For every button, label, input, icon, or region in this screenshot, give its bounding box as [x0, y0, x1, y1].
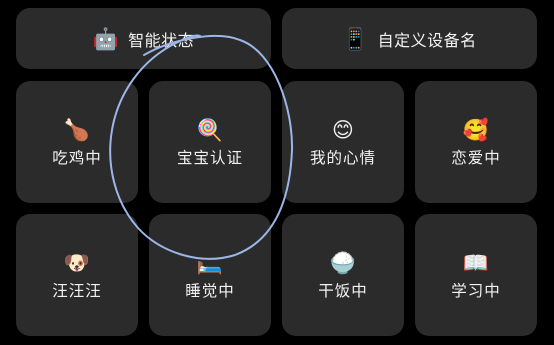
- status-tile-baby-certified[interactable]: 🍭 宝宝认证: [149, 81, 271, 203]
- tile-label: 干饭中: [318, 281, 368, 300]
- tile-label: 学习中: [451, 281, 501, 300]
- status-tile-custom-device-name[interactable]: 📱 自定义设备名: [282, 8, 537, 69]
- smiling-face-with-hearts-icon: 🥰: [462, 117, 490, 142]
- tile-label: 汪汪汪: [52, 281, 102, 300]
- phone-icon: 📱: [342, 26, 369, 51]
- dog-face-icon: 🐶: [63, 250, 91, 275]
- robot-icon: 🤖: [92, 26, 120, 51]
- roast-chicken-icon: 🍗: [63, 117, 91, 142]
- bed-icon: 🛏️: [196, 250, 224, 275]
- status-tile-my-mood[interactable]: 😊 我的心情: [282, 81, 404, 203]
- status-tile-in-love[interactable]: 🥰 恋爱中: [415, 81, 537, 203]
- status-tile-woof[interactable]: 🐶 汪汪汪: [16, 214, 138, 336]
- tile-label: 宝宝认证: [176, 148, 243, 167]
- tile-label: 睡觉中: [185, 281, 235, 300]
- tile-label: 智能状态: [128, 30, 195, 50]
- smiling-face-icon: 😊: [332, 117, 354, 142]
- status-tile-eating-chicken[interactable]: 🍗 吃鸡中: [16, 81, 138, 203]
- tile-label: 恋爱中: [451, 148, 501, 167]
- lollipop-icon: 🍭: [196, 117, 224, 142]
- rice-bowl-icon: 🍚: [329, 250, 357, 275]
- status-tile-smart-status[interactable]: 🤖 智能状态: [16, 8, 271, 69]
- tile-label: 我的心情: [309, 148, 376, 167]
- status-tile-sleeping[interactable]: 🛏️ 睡觉中: [149, 214, 271, 336]
- status-tile-studying[interactable]: 📖 学习中: [415, 214, 537, 336]
- open-book-icon: 📖: [462, 250, 490, 275]
- tile-label: 自定义设备名: [377, 30, 477, 50]
- tile-label: 吃鸡中: [52, 148, 102, 167]
- status-tile-eating-meal[interactable]: 🍚 干饭中: [282, 214, 404, 336]
